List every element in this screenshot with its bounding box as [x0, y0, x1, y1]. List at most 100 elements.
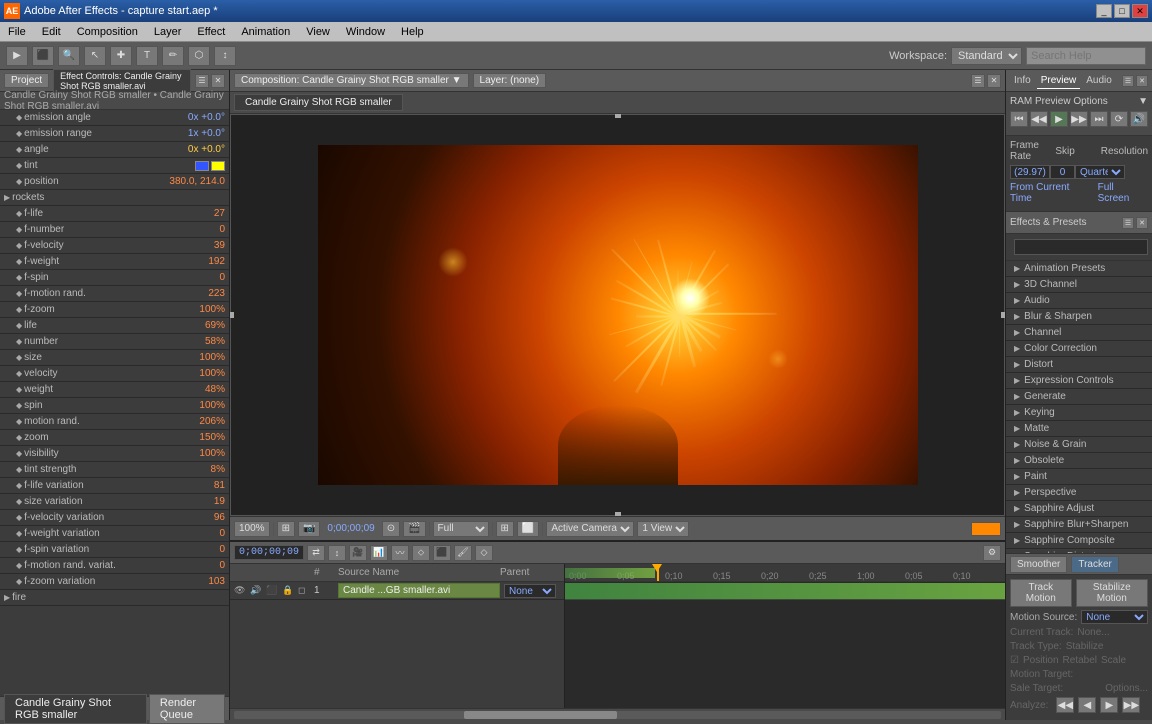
motion-source-select[interactable]: None	[1081, 610, 1148, 624]
pb-first[interactable]: ⏮	[1010, 111, 1028, 127]
prop-value[interactable]: 100%	[199, 304, 225, 315]
prop-row-f-zoom[interactable]: ◆f-zoom100%	[0, 302, 229, 318]
menu-window[interactable]: Window	[342, 26, 389, 38]
playhead[interactable]	[657, 564, 659, 582]
analyze-next[interactable]: ▶	[1100, 697, 1118, 713]
stabilize-motion-btn[interactable]: Stabilize Motion	[1076, 579, 1148, 607]
tracker-btn[interactable]: Tracker	[1071, 556, 1119, 573]
pb-last[interactable]: ⏭	[1090, 111, 1108, 127]
maximize-button[interactable]: □	[1114, 4, 1130, 18]
prop-row-spin[interactable]: ◆spin100%	[0, 398, 229, 414]
ep-menu-btn[interactable]: ☰	[1122, 217, 1134, 229]
expand-icon[interactable]: ◆	[16, 113, 22, 122]
ep-item-audio[interactable]: ▶Audio	[1006, 293, 1152, 309]
prop-row-f-motion-rand.-variat.[interactable]: ◆f-motion rand. variat.0	[0, 558, 229, 574]
tab-project[interactable]: Project	[4, 73, 49, 88]
ram-options-arrow[interactable]: ▼	[1138, 96, 1148, 107]
tl-btn-settings[interactable]: ⚙	[983, 545, 1001, 561]
prop-value[interactable]: 0	[219, 224, 225, 235]
minimize-button[interactable]: _	[1096, 4, 1112, 18]
expand-icon[interactable]: ◆	[16, 449, 22, 458]
pb-play[interactable]: ▶	[1050, 111, 1068, 127]
right-menu-btn[interactable]: ☰	[1122, 75, 1134, 87]
menu-effect[interactable]: Effect	[193, 26, 229, 38]
prop-value[interactable]: 100%	[199, 400, 225, 411]
prop-row-weight[interactable]: ◆weight48%	[0, 382, 229, 398]
prop-value[interactable]: 0	[219, 528, 225, 539]
prop-value[interactable]: 0	[219, 560, 225, 571]
prop-row-f-spin[interactable]: ◆f-spin0	[0, 270, 229, 286]
ep-search-input[interactable]	[1014, 239, 1148, 255]
menu-edit[interactable]: Edit	[38, 26, 65, 38]
prop-row-f-spin-variation[interactable]: ◆f-spin variation0	[0, 542, 229, 558]
prop-value[interactable]: 100%	[199, 448, 225, 459]
ep-item-color-correction[interactable]: ▶Color Correction	[1006, 341, 1152, 357]
expand-icon[interactable]: ◆	[16, 513, 22, 522]
expand-icon[interactable]: ◆	[16, 225, 22, 234]
tab-preview[interactable]: Preview	[1037, 73, 1081, 89]
tl-btn-graph[interactable]: 📊	[370, 545, 388, 561]
prop-value[interactable]: 100%	[199, 368, 225, 379]
color-swatches[interactable]	[195, 161, 225, 171]
menu-layer[interactable]: Layer	[150, 26, 186, 38]
toolbar-btn-1[interactable]: ▶	[6, 46, 28, 66]
prop-row-velocity[interactable]: ◆velocity100%	[0, 366, 229, 382]
expand-icon[interactable]: ◆	[16, 433, 22, 442]
prop-row-f-life-variation[interactable]: ◆f-life variation81	[0, 478, 229, 494]
full-screen[interactable]: Full Screen	[1098, 182, 1148, 204]
panel-menu-btn[interactable]: ☰	[195, 74, 209, 88]
parent-select[interactable]: None	[504, 584, 556, 598]
toolbar-btn-7[interactable]: ⬡	[188, 46, 210, 66]
zoom-btn[interactable]: 100%	[234, 521, 270, 537]
prop-row-f-motion-rand.[interactable]: ◆f-motion rand.223	[0, 286, 229, 302]
prop-value[interactable]: 206%	[199, 416, 225, 427]
resolution-select[interactable]: FullHalfQuarter	[433, 521, 489, 537]
toolbar-btn-2[interactable]: ⬛	[32, 46, 54, 66]
prop-value[interactable]: 192	[208, 256, 225, 267]
close-button[interactable]: ✕	[1132, 4, 1148, 18]
prop-value[interactable]: 58%	[205, 336, 225, 347]
snapshot-btn[interactable]: 📷	[298, 521, 320, 537]
prop-value[interactable]: 69%	[205, 320, 225, 331]
prop-row-f-life[interactable]: ◆f-life27	[0, 206, 229, 222]
expand-icon[interactable]: ◆	[16, 273, 22, 282]
expand-icon[interactable]: ◆	[16, 401, 22, 410]
prop-row-zoom[interactable]: ◆zoom150%	[0, 430, 229, 446]
camera-select[interactable]: Active Camera	[546, 521, 634, 537]
prop-row-f-number[interactable]: ◆f-number0	[0, 222, 229, 238]
panel-close-btn[interactable]: ✕	[211, 74, 225, 88]
prop-row-size-variation[interactable]: ◆size variation19	[0, 494, 229, 510]
prop-row-tint-strength[interactable]: ◆tint strength8%	[0, 462, 229, 478]
expand-icon[interactable]: ◆	[16, 497, 22, 506]
tab-comp[interactable]: Candle Grainy Shot RGB smaller	[4, 694, 147, 724]
prop-value[interactable]: 223	[208, 288, 225, 299]
prop-row-f-weight[interactable]: ◆f-weight192	[0, 254, 229, 270]
menu-view[interactable]: View	[302, 26, 334, 38]
timecode-btn[interactable]: ⊙	[382, 521, 400, 537]
tl-btn-paint[interactable]: 🖌	[454, 545, 472, 561]
ep-item-sapphire-composite[interactable]: ▶Sapphire Composite	[1006, 533, 1152, 549]
ep-item-3d-channel[interactable]: ▶3D Channel	[1006, 277, 1152, 293]
comp-menu-btn[interactable]: ☰	[971, 74, 985, 88]
expand-icon[interactable]: ◆	[16, 241, 22, 250]
tab-audio[interactable]: Audio	[1082, 73, 1116, 88]
expand-icon[interactable]: ◆	[16, 577, 22, 586]
prop-row-life[interactable]: ◆life69%	[0, 318, 229, 334]
prop-row-tint[interactable]: ◆tint	[0, 158, 229, 174]
ep-item-distort[interactable]: ▶Distort	[1006, 357, 1152, 373]
tab-composition[interactable]: Composition: Candle Grainy Shot RGB smal…	[234, 73, 469, 88]
ep-item-matte[interactable]: ▶Matte	[1006, 421, 1152, 437]
ep-item-animation-presets[interactable]: ▶Animation Presets	[1006, 261, 1152, 277]
expand-icon[interactable]: ◆	[16, 177, 22, 186]
ep-item-sapphire-blur+sharpen[interactable]: ▶Sapphire Blur+Sharpen	[1006, 517, 1152, 533]
tab-info[interactable]: Info	[1010, 73, 1035, 88]
prop-value[interactable]: 103	[208, 576, 225, 587]
track-motion-btn[interactable]: Track Motion	[1010, 579, 1072, 607]
analyze-next-next[interactable]: ▶▶	[1122, 697, 1140, 713]
ep-close-btn[interactable]: ✕	[1136, 217, 1148, 229]
expand-icon[interactable]: ◆	[16, 465, 22, 474]
comp-close-btn[interactable]: ✕	[987, 74, 1001, 88]
prop-value[interactable]: 48%	[205, 384, 225, 395]
prop-row-number[interactable]: ◆number58%	[0, 334, 229, 350]
prop-value[interactable]: 0	[219, 272, 225, 283]
